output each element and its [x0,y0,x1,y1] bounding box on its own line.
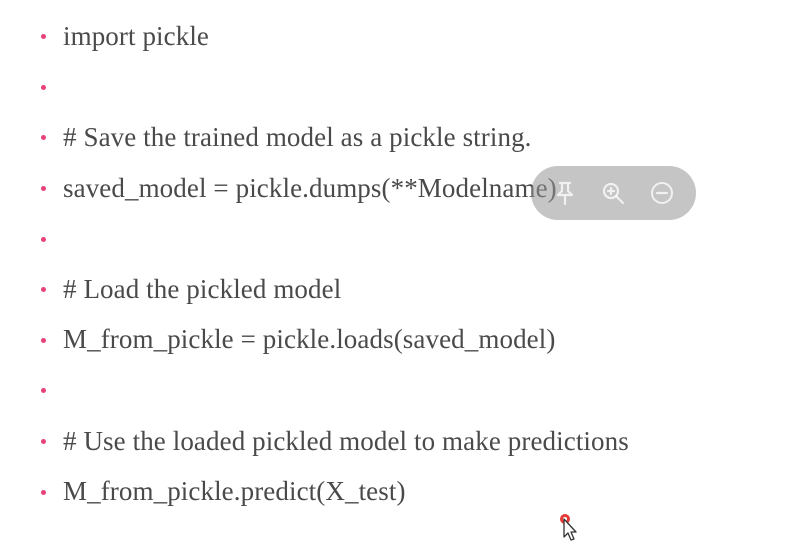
mouse-cursor-icon [557,510,581,542]
code-line-text: # Load the pickled model [63,273,342,304]
bullet-dot [41,489,46,495]
zoom-in-icon[interactable] [600,180,626,206]
bullet-dot [41,337,46,343]
code-line-text: saved_model = pickle.dumps(**Modelname) [63,172,557,203]
code-line-text: # Use the loaded pickled model to make p… [63,425,629,456]
bullet-dot [41,236,46,242]
code-line-text: M_from_pickle.predict(X_test) [63,476,406,507]
code-line-text: # Save the trained model as a pickle str… [63,121,532,152]
code-line-text: import pickle [63,20,210,51]
zoom-toolbar[interactable] [531,166,696,220]
bullet-dot [41,186,46,192]
bullet-dot [41,287,46,293]
bullet-dot [41,135,46,141]
zoom-out-icon[interactable] [649,180,675,206]
bullet-dot [41,439,46,445]
bullet-dot [41,388,46,394]
bullet-dot [41,34,46,40]
bullet-dot [41,84,46,90]
pin-icon[interactable] [552,180,578,206]
code-line-text: M_from_pickle = pickle.loads(saved_model… [63,324,556,355]
code-slide: import pickle # Save the trained model a… [0,0,808,552]
